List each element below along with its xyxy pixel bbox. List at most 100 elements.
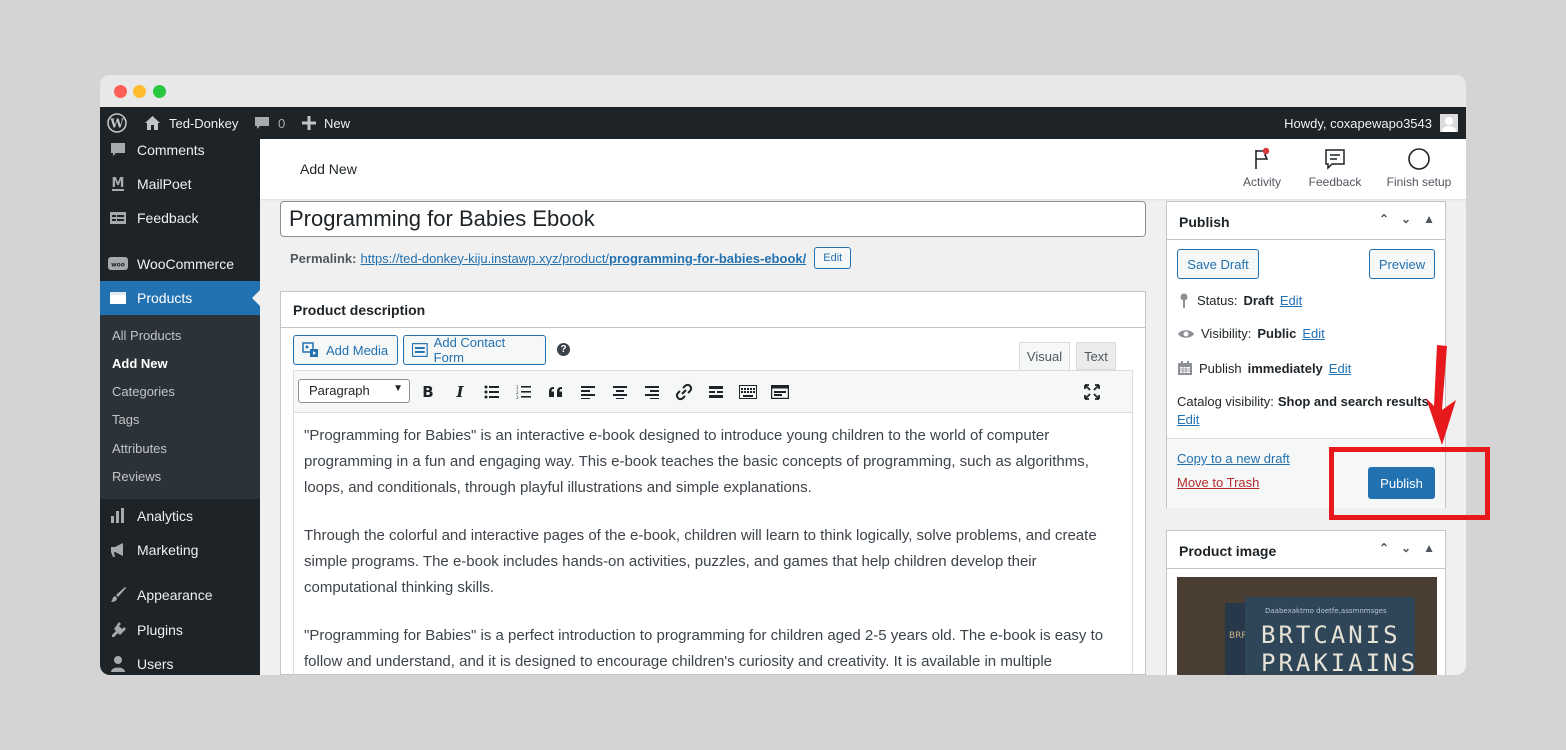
align-right-icon[interactable] [640, 380, 664, 404]
close-window-button[interactable] [114, 85, 127, 98]
copy-to-draft-link[interactable]: Copy to a new draft [1177, 451, 1290, 466]
minimize-window-button[interactable] [133, 85, 146, 98]
format-select[interactable]: Paragraph ▼ [298, 379, 410, 403]
fullscreen-icon[interactable] [1080, 380, 1104, 404]
description-paragraph-3: "Programming for Babies" is a perfect in… [304, 627, 1104, 670]
tab-visual[interactable]: Visual [1019, 342, 1070, 370]
sidebar-item-label: Comments [137, 142, 205, 158]
description-paragraph-1: "Programming for Babies" is an interacti… [304, 427, 1089, 496]
move-down-icon[interactable]: ⌄ [1401, 212, 1411, 226]
woo-icon: woo [108, 254, 128, 274]
svg-text:3: 3 [516, 395, 519, 399]
sidebar-item-feedback[interactable]: Feedback [100, 201, 260, 235]
bullet-list-icon[interactable] [480, 380, 504, 404]
permalink-label: Permalink: [290, 250, 357, 266]
sidebar-item-label: Analytics [137, 508, 194, 524]
align-center-icon[interactable] [608, 380, 632, 404]
sidebar-item-woocommerce[interactable]: woo WooCommerce [100, 247, 260, 281]
submenu-add-new[interactable]: Add New [112, 356, 168, 376]
svg-text:M: M [112, 176, 125, 191]
move-up-icon[interactable]: ⌃ [1379, 212, 1389, 226]
link-icon[interactable] [672, 380, 696, 404]
activity-button[interactable]: Activity [1222, 147, 1302, 189]
toolbar-toggle-icon[interactable] [736, 380, 760, 404]
sidebar-item-marketing[interactable]: Marketing [100, 533, 260, 567]
help-icon[interactable]: ? [557, 343, 570, 356]
editor-content-area[interactable]: "Programming for Babies" is an interacti… [293, 412, 1133, 675]
permalink-edit-button[interactable]: Edit [814, 247, 852, 269]
preview-button[interactable]: Preview [1369, 249, 1435, 279]
user-icon [108, 654, 128, 674]
catalog-visibility-value: Shop and search results [1277, 394, 1429, 409]
align-left-icon[interactable] [576, 380, 600, 404]
submenu-categories[interactable]: Categories [112, 384, 175, 404]
sidebar-item-label: Feedback [137, 210, 199, 226]
sidebar-item-comments[interactable]: Comments [100, 133, 260, 167]
product-description-title: Product description [281, 292, 1145, 328]
sidebar-item-mailpoet[interactable]: M MailPoet [100, 167, 260, 201]
book-cover-line-2: PRAKIAINS [1261, 649, 1419, 675]
product-title-value: Programming for Babies Ebook [289, 206, 595, 231]
add-media-button[interactable]: Add Media [293, 335, 398, 365]
publish-date-edit-link[interactable]: Edit [1329, 361, 1351, 376]
visibility-edit-link[interactable]: Edit [1302, 326, 1324, 341]
brush-icon [108, 585, 128, 605]
finish-setup-label: Finish setup [1386, 175, 1452, 189]
status-row: Status: Draft Edit [1177, 292, 1302, 308]
sidebar-item-label: Users [137, 656, 174, 672]
italic-icon[interactable]: I [448, 380, 472, 404]
account-menu[interactable]: Howdy, coxapewapo3543 [1284, 107, 1458, 139]
blockquote-icon[interactable] [544, 380, 568, 404]
product-description-box: Product description Add Media Add Contac… [280, 291, 1146, 675]
activity-label: Activity [1242, 175, 1281, 189]
woocommerce-header: Add New Activity Feedback Finish setup [260, 139, 1466, 199]
permalink-base: https://ted-donkey-kiju.instawp.xyz/prod… [360, 250, 610, 266]
maximize-window-button[interactable] [153, 85, 166, 98]
product-image-title: Product image [1179, 543, 1277, 559]
plugin-icon [108, 620, 128, 640]
flag-icon [1255, 147, 1270, 169]
catalog-visibility-edit-link[interactable]: Edit [1177, 412, 1199, 427]
submenu-attributes[interactable]: Attributes [112, 441, 167, 461]
status-label: Status: [1197, 292, 1238, 308]
contact-form-icon[interactable] [768, 380, 792, 404]
sidebar-item-label: WooCommerce [137, 256, 234, 272]
bold-icon[interactable]: B [416, 380, 440, 404]
move-up-icon[interactable]: ⌃ [1379, 541, 1389, 555]
new-content-link[interactable]: New [302, 107, 350, 139]
product-title-input[interactable]: Programming for Babies Ebook [280, 201, 1146, 237]
sidebar-item-users[interactable]: Users [100, 647, 260, 675]
submenu-all-products[interactable]: All Products [112, 328, 181, 348]
move-to-trash-link[interactable]: Move to Trash [1177, 475, 1259, 490]
collapse-icon[interactable]: ▲ [1423, 541, 1435, 555]
permalink-link[interactable]: https://ted-donkey-kiju.instawp.xyz/prod… [360, 251, 806, 266]
add-contact-form-label: Add Contact Form [433, 335, 506, 365]
add-contact-form-button[interactable]: Add Contact Form [403, 335, 546, 365]
feedback-label: Feedback [1308, 175, 1362, 189]
numbered-list-icon[interactable]: 123 [512, 380, 536, 404]
submenu-tags[interactable]: Tags [112, 412, 139, 432]
product-image-thumbnail[interactable]: BRR Daabexaktmo doetfe,assmnmsges BRTCAN… [1177, 577, 1437, 675]
finish-setup-button[interactable]: Finish setup [1379, 147, 1459, 189]
status-edit-link[interactable]: Edit [1280, 293, 1302, 308]
publish-date-label: Publish [1199, 360, 1242, 376]
publish-date-value: immediately [1247, 360, 1323, 376]
feedback-button[interactable]: Feedback [1295, 147, 1375, 189]
submenu-reviews[interactable]: Reviews [112, 469, 161, 489]
sidebar-item-analytics[interactable]: Analytics [100, 499, 260, 533]
sidebar-item-plugins[interactable]: Plugins [100, 613, 260, 647]
admin-sidebar: Comments M MailPoet Feedback woo WooComm… [100, 139, 260, 675]
collapse-icon[interactable]: ▲ [1423, 212, 1435, 226]
move-down-icon[interactable]: ⌄ [1401, 541, 1411, 555]
save-draft-button[interactable]: Save Draft [1177, 249, 1259, 279]
read-more-icon[interactable] [704, 380, 728, 404]
permalink-row: Permalink: https://ted-donkey-kiju.insta… [290, 247, 852, 269]
chevron-down-icon: ▼ [393, 383, 403, 394]
form-icon [412, 343, 428, 357]
sidebar-item-appearance[interactable]: Appearance [100, 578, 260, 612]
publish-highlight-box [1329, 447, 1490, 520]
tab-text[interactable]: Text [1076, 342, 1116, 370]
active-indicator [252, 290, 260, 306]
sidebar-item-products[interactable]: Products [100, 281, 260, 315]
book-cover: Daabexaktmo doetfe,assmnmsges BRTCANIS P… [1245, 597, 1415, 675]
